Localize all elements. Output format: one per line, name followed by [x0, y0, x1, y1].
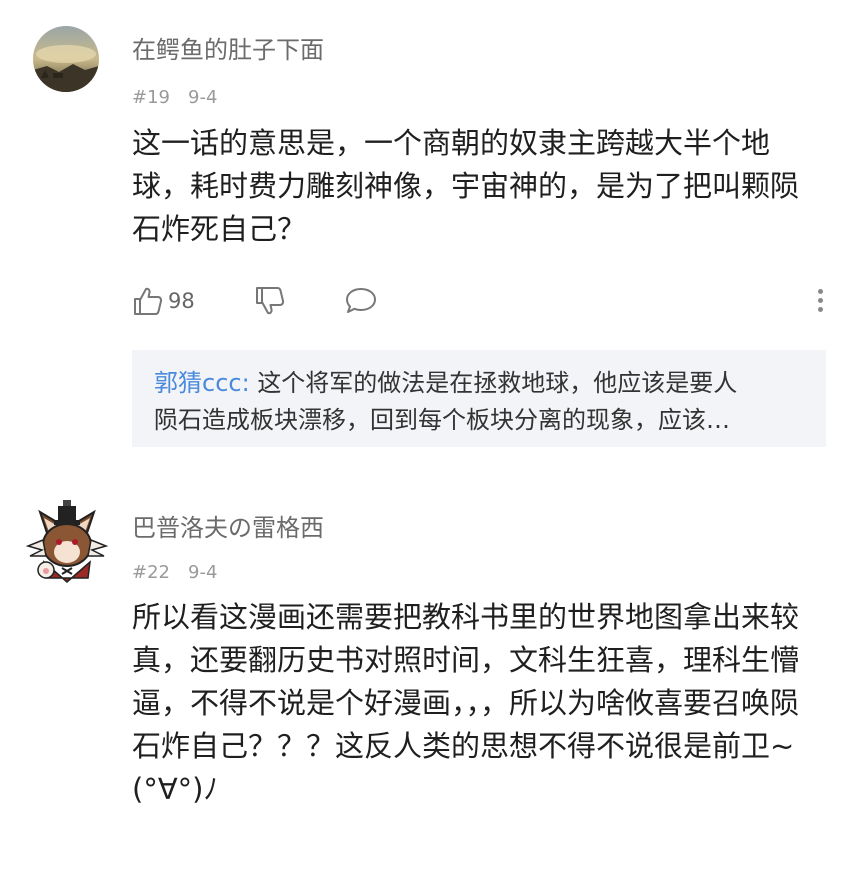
- thumbs-down-icon: [254, 285, 286, 317]
- floor-number: #19: [132, 87, 170, 108]
- reply-line-1: 郭猜ccc: 这个将军的做法是在拯救地球，他应该是要人: [154, 365, 804, 402]
- comment-meta: #19 9-4: [132, 87, 235, 108]
- comment-text: 所以看这漫画还需要把教科书里的世界地图拿出来较真，还要翻历史书对照时间，文科生狂…: [132, 600, 804, 806]
- username[interactable]: 在鳄鱼的肚子下面: [132, 30, 324, 65]
- reply-button[interactable]: [344, 284, 378, 318]
- reply-preview[interactable]: 郭猜ccc: 这个将军的做法是在拯救地球，他应该是要人 陨石造成板块漂移，回到每…: [132, 350, 826, 447]
- comment-bubble-icon: [344, 286, 378, 316]
- username[interactable]: 巴普洛夫の雷格西: [132, 508, 324, 543]
- reply-author[interactable]: 郭猜ccc:: [154, 369, 250, 397]
- comment-date: 9-4: [188, 562, 218, 583]
- comment-date: 9-4: [188, 87, 218, 108]
- comment-meta: #22 9-4: [132, 562, 235, 583]
- comment-item: 巴普洛夫の雷格西 #22 9-4 所以看这漫画还需要把教科书里的世界地图拿出来较真…: [0, 470, 850, 885]
- like-count: 98: [168, 289, 195, 313]
- comment-item: 在鳄鱼的肚子下面 #19 9-4 这一话的意思是，一个商朝的奴隶主跨越大半个地球，…: [0, 0, 850, 470]
- comment-text: 这一话的意思是，一个商朝的奴隶主跨越大半个地球，耗时费力雕刻神像，宇宙神的，是为…: [132, 126, 800, 246]
- reply-line-2: 陨石造成板块漂移，回到每个板块分离的现象，应该…: [154, 406, 730, 434]
- floor-number: #22: [132, 562, 170, 583]
- avatar[interactable]: [33, 26, 99, 92]
- comment-actions: 98: [132, 284, 832, 318]
- thumbs-up-icon: [132, 285, 164, 317]
- reply-text: 这个将军的做法是在拯救地球，他应该是要人: [257, 369, 738, 397]
- dislike-button[interactable]: [254, 284, 286, 318]
- more-options-button[interactable]: [814, 286, 826, 316]
- avatar[interactable]: [18, 490, 116, 588]
- more-vertical-icon: [814, 289, 826, 312]
- like-button[interactable]: 98: [132, 284, 195, 318]
